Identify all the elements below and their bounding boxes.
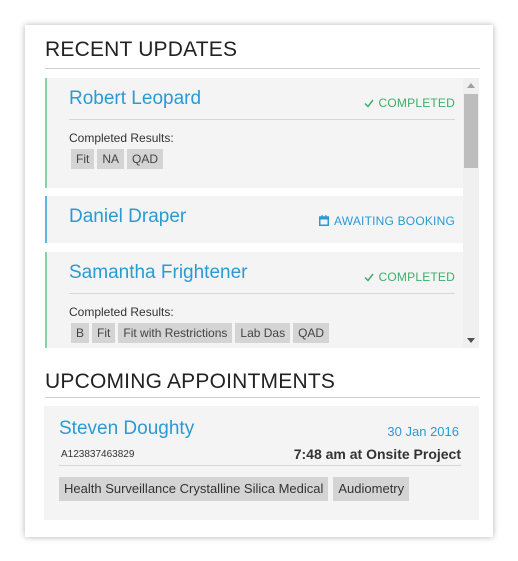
update-item-robert-leopard[interactable]: Robert Leopard COMPLETED Completed Resul…: [45, 78, 463, 188]
result-tag: B: [71, 323, 90, 343]
upcoming-appointments-divider: [45, 397, 480, 398]
update-item-status: AWAITING BOOKING: [319, 214, 455, 228]
result-tag: Fit with Restrictions: [118, 323, 233, 343]
check-icon: [363, 99, 374, 108]
result-tags: Fit NA QAD: [71, 149, 164, 169]
result-tag: Lab Das: [235, 323, 291, 343]
appointment-tag: Audiometry: [333, 477, 410, 501]
appointment-tags: Health Surveillance Crystalline Silica M…: [59, 477, 410, 501]
update-item-name[interactable]: Samantha Frightener: [69, 262, 248, 284]
appointment-divider: [59, 465, 461, 466]
completed-results-label: Completed Results:: [69, 305, 174, 319]
update-item-status: COMPLETED: [363, 96, 455, 110]
result-tag: QAD: [293, 323, 330, 343]
completed-results-label: Completed Results:: [69, 131, 174, 145]
result-tags: B Fit Fit with Restrictions Lab Das QAD: [71, 323, 330, 343]
scroll-down-arrow-icon[interactable]: [467, 338, 475, 343]
appointment-card[interactable]: Steven Doughty 30 Jan 2016 A123837463829…: [44, 406, 479, 520]
appointment-id: A123837463829: [61, 449, 135, 460]
check-icon: [363, 273, 374, 282]
result-tag: NA: [97, 149, 125, 169]
recent-updates-title: RECENT UPDATES: [45, 38, 238, 61]
item-divider: [69, 293, 455, 294]
result-tag: Fit: [92, 323, 116, 343]
recent-updates-list[interactable]: Robert Leopard COMPLETED Completed Resul…: [45, 78, 479, 348]
update-item-samantha-frightener[interactable]: Samantha Frightener COMPLETED Completed …: [45, 252, 463, 348]
status-label: COMPLETED: [378, 96, 455, 110]
update-item-name[interactable]: Robert Leopard: [69, 88, 201, 110]
status-label: AWAITING BOOKING: [334, 214, 455, 228]
scrollbar-thumb[interactable]: [464, 94, 478, 168]
result-tag: QAD: [127, 149, 164, 169]
appointment-tag: Health Surveillance Crystalline Silica M…: [59, 477, 329, 501]
appointment-name[interactable]: Steven Doughty: [59, 418, 194, 440]
dashboard-card: RECENT UPDATES Robert Leopard COMPLETED …: [25, 25, 493, 537]
item-divider: [69, 119, 455, 120]
update-item-name[interactable]: Daniel Draper: [69, 206, 186, 228]
list-scrollbar[interactable]: [463, 78, 479, 348]
result-tag: Fit: [71, 149, 95, 169]
appointment-date: 30 Jan 2016: [387, 424, 459, 439]
update-item-daniel-draper[interactable]: Daniel Draper AWAITING BOOKING: [45, 196, 463, 243]
update-item-status: COMPLETED: [363, 270, 455, 284]
recent-updates-divider: [45, 68, 480, 69]
upcoming-appointments-title: UPCOMING APPOINTMENTS: [45, 370, 336, 393]
status-label: COMPLETED: [378, 270, 455, 284]
calendar-icon: [319, 215, 329, 226]
appointment-time-location: 7:48 am at Onsite Project: [293, 446, 461, 462]
scroll-up-arrow-icon[interactable]: [467, 83, 475, 88]
